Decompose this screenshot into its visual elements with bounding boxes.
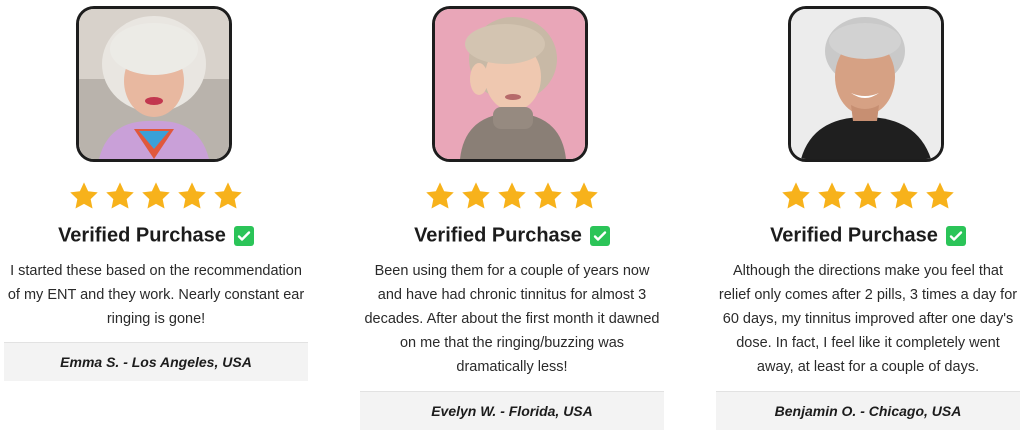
- star-icon: [460, 180, 492, 212]
- star-icon: [852, 180, 884, 212]
- review-text: I started these based on the recommendat…: [7, 263, 305, 327]
- star-icon: [176, 180, 208, 212]
- testimonials-section: Verified Purchase I started these based …: [0, 0, 1024, 440]
- star-icon: [212, 180, 244, 212]
- reviewer-photo: [788, 6, 944, 162]
- verified-purchase: Verified Purchase: [716, 220, 1020, 251]
- verified-purchase: Verified Purchase: [4, 220, 308, 251]
- star-icon: [532, 180, 564, 212]
- star-icon: [780, 180, 812, 212]
- star-icon: [568, 180, 600, 212]
- star-icon: [140, 180, 172, 212]
- verified-label: Verified Purchase: [770, 224, 938, 247]
- review-text: Been using them for a couple of years no…: [364, 263, 660, 375]
- reviewer-name: Emma S. - Los Angeles, USA: [4, 342, 308, 381]
- star-icon: [104, 180, 136, 212]
- star-icon: [496, 180, 528, 212]
- star-icon: [924, 180, 956, 212]
- review-text: Although the directions make you feel th…: [718, 263, 1018, 375]
- reviewer-photo: [76, 6, 232, 162]
- checkmark-icon: [945, 225, 966, 246]
- rating-stars: [4, 180, 308, 212]
- star-icon: [424, 180, 456, 212]
- checkmark-icon: [589, 225, 610, 246]
- reviewer-photo: [432, 6, 588, 162]
- star-icon: [68, 180, 100, 212]
- rating-stars: [360, 180, 664, 212]
- star-icon: [816, 180, 848, 212]
- verified-label: Verified Purchase: [58, 224, 226, 247]
- checkmark-icon: [233, 225, 254, 246]
- reviewer-name: Evelyn W. - Florida, USA: [360, 391, 664, 430]
- star-icon: [888, 180, 920, 212]
- rating-stars: [716, 180, 1020, 212]
- verified-purchase: Verified Purchase: [360, 220, 664, 251]
- reviewer-name: Benjamin O. - Chicago, USA: [716, 391, 1020, 430]
- verified-label: Verified Purchase: [414, 224, 582, 247]
